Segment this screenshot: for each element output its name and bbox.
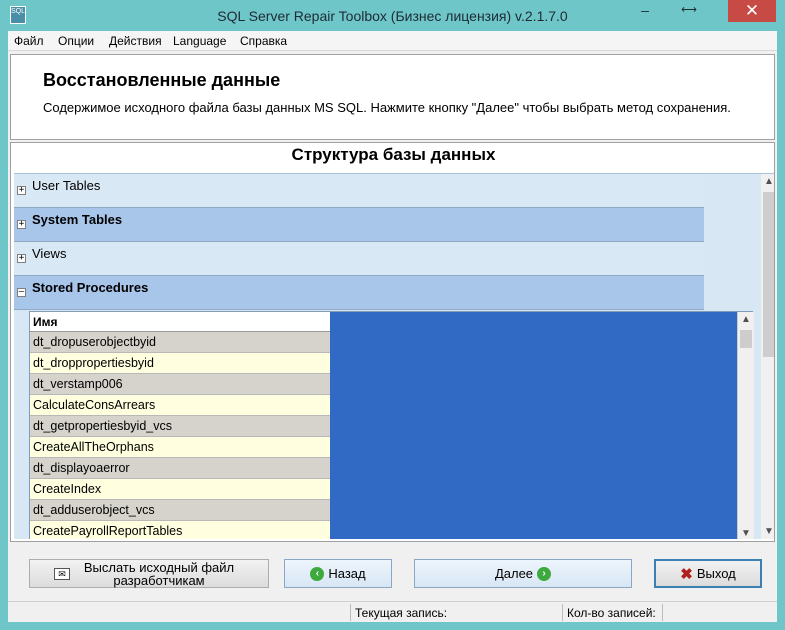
back-button[interactable]: ‹ Назад [284, 559, 392, 588]
scroll-up-icon[interactable]: ▲ [761, 174, 774, 190]
maximize-button[interactable]: ⟷ [676, 0, 702, 22]
envelope-icon: ✉ [54, 567, 70, 580]
table-row[interactable]: dt_dropuserobjectbyid [30, 332, 330, 353]
send-button-label: Выслать исходный файл разработчикам [83, 559, 235, 588]
section-title: Структура базы данных [291, 145, 496, 164]
exit-button-label: Выход [696, 566, 736, 581]
arrow-left-icon: ‹ [310, 566, 325, 581]
tree-group-label: User Tables [32, 178, 101, 193]
header-panel: Восстановленные данные Содержимое исходн… [10, 54, 775, 140]
status-bar: Текущая запись: Кол-во записей: [8, 601, 777, 622]
minimize-button[interactable]: – [632, 0, 658, 22]
table-row[interactable]: CreateAllTheOrphans [30, 437, 330, 458]
menu-language[interactable]: Language [173, 34, 226, 48]
table-row[interactable]: dt_displayoaerror [30, 458, 330, 479]
menu-actions[interactable]: Действия [109, 34, 162, 48]
menu-file[interactable]: Файл [14, 34, 44, 48]
table-row[interactable]: CreatePayrollReportTables [30, 521, 330, 539]
scroll-down-icon[interactable]: ▼ [761, 524, 774, 539]
title-bar[interactable]: SQL SQL Server Repair Toolbox (Бизнес ли… [0, 0, 785, 31]
window-title: SQL Server Repair Toolbox (Бизнес лиценз… [217, 8, 568, 24]
table-row[interactable]: dt_getpropertiesbyid_vcs [30, 416, 330, 437]
column-header-name[interactable]: Имя [30, 312, 330, 332]
tree-scrollbar[interactable]: ▲ ▼ [761, 174, 774, 539]
scroll-down-icon[interactable]: ▼ [738, 526, 754, 539]
table-row[interactable]: dt_adduserobject_vcs [30, 500, 330, 521]
expand-icon[interactable]: + [17, 254, 26, 263]
tree-group-stored-procedures[interactable]: – Stored Procedures [14, 276, 704, 310]
scroll-thumb[interactable] [740, 330, 752, 348]
menu-options[interactable]: Опции [58, 34, 94, 48]
database-tree: + User Tables + System Tables + Views – … [14, 173, 774, 539]
expand-icon[interactable]: + [17, 186, 26, 195]
send-source-file-button[interactable]: ✉ Выслать исходный файл разработчикам [29, 559, 269, 588]
table-row[interactable]: dt_droppropertiesbyid [30, 353, 330, 374]
scroll-up-icon[interactable]: ▲ [738, 312, 754, 328]
menu-bar: Файл Опции Действия Language Справка [8, 31, 777, 51]
grid-scrollbar[interactable]: ▲ ▼ [737, 312, 754, 539]
exit-button[interactable]: ✖ Выход [654, 559, 762, 588]
status-current-record: Текущая запись: [350, 604, 562, 621]
table-row[interactable]: CreateIndex [30, 479, 330, 500]
tree-group-user-tables[interactable]: + User Tables [14, 174, 704, 208]
status-record-count-value [662, 604, 777, 621]
page-title: Восстановленные данные [43, 70, 281, 90]
tree-group-views[interactable]: + Views [14, 242, 704, 276]
tree-group-label: Views [32, 246, 67, 261]
app-window: SQL SQL Server Repair Toolbox (Бизнес ли… [0, 0, 785, 630]
table-row[interactable]: CalculateConsArrears [30, 395, 330, 416]
page-description: Содержимое исходного файла базы данных M… [43, 100, 731, 115]
next-button-label: Далее [494, 566, 534, 581]
close-button[interactable]: ✕ [728, 0, 776, 22]
client-area: Файл Опции Действия Language Справка Вос… [8, 31, 777, 622]
collapse-icon[interactable]: – [17, 288, 26, 297]
table-row[interactable]: dt_verstamp006 [30, 374, 330, 395]
status-empty-cell [8, 604, 350, 621]
tree-group-system-tables[interactable]: + System Tables [14, 208, 704, 242]
procedures-grid[interactable]: Имя dt_dropuserobjectbyid dt_droppropert… [29, 311, 754, 539]
tree-group-label: Stored Procedures [32, 280, 149, 295]
arrow-right-icon: › [537, 566, 552, 581]
status-record-count: Кол-во записей: [562, 604, 662, 621]
expand-icon[interactable]: + [17, 220, 26, 229]
back-button-label: Назад [328, 566, 366, 581]
next-button[interactable]: Далее › [414, 559, 632, 588]
scroll-thumb[interactable] [763, 192, 774, 357]
close-x-icon: ✖ [680, 565, 693, 583]
tree-group-label: System Tables [32, 212, 123, 227]
menu-help[interactable]: Справка [240, 34, 287, 48]
structure-panel: Структура базы данных + User Tables + Sy… [10, 142, 775, 542]
